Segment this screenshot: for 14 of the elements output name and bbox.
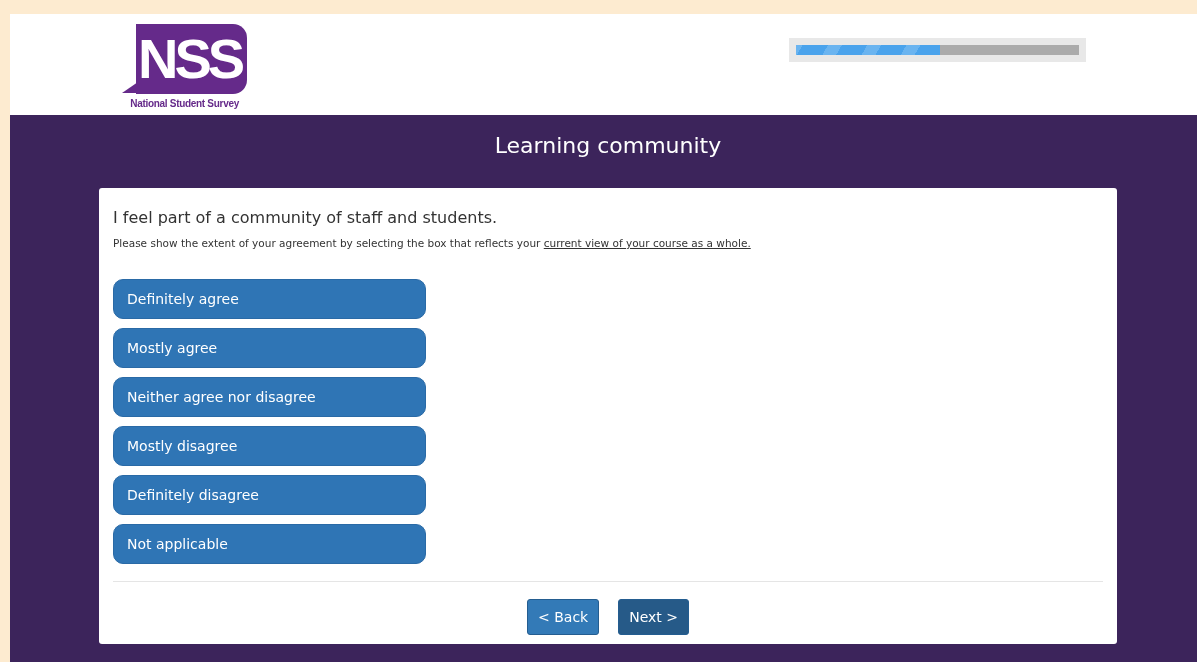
instruction-text: Please show the extent of your agreement by selecting the box that reflects your current view of your course as a whole. (113, 237, 752, 249)
answer-option[interactable]: Mostly disagree (113, 426, 426, 466)
instruction-link[interactable]: current view of your course as a whole. (543, 237, 751, 249)
answer-option[interactable]: Definitely disagree (113, 475, 426, 515)
back-button[interactable]: < Back (527, 599, 600, 635)
logo-caption: National Student Survey (130, 98, 239, 109)
logo-mark: NSS (122, 24, 248, 94)
next-button[interactable]: Next > (618, 599, 689, 635)
answer-option[interactable]: Mostly agree (113, 328, 426, 368)
answer-option[interactable]: Neither agree nor disagree (113, 377, 426, 417)
question-text: I feel part of a community of staff and students. (113, 208, 499, 227)
answer-option[interactable]: Not applicable (113, 524, 426, 564)
answer-option[interactable]: Definitely agree (113, 279, 426, 319)
section-title: Learning community (493, 133, 723, 160)
